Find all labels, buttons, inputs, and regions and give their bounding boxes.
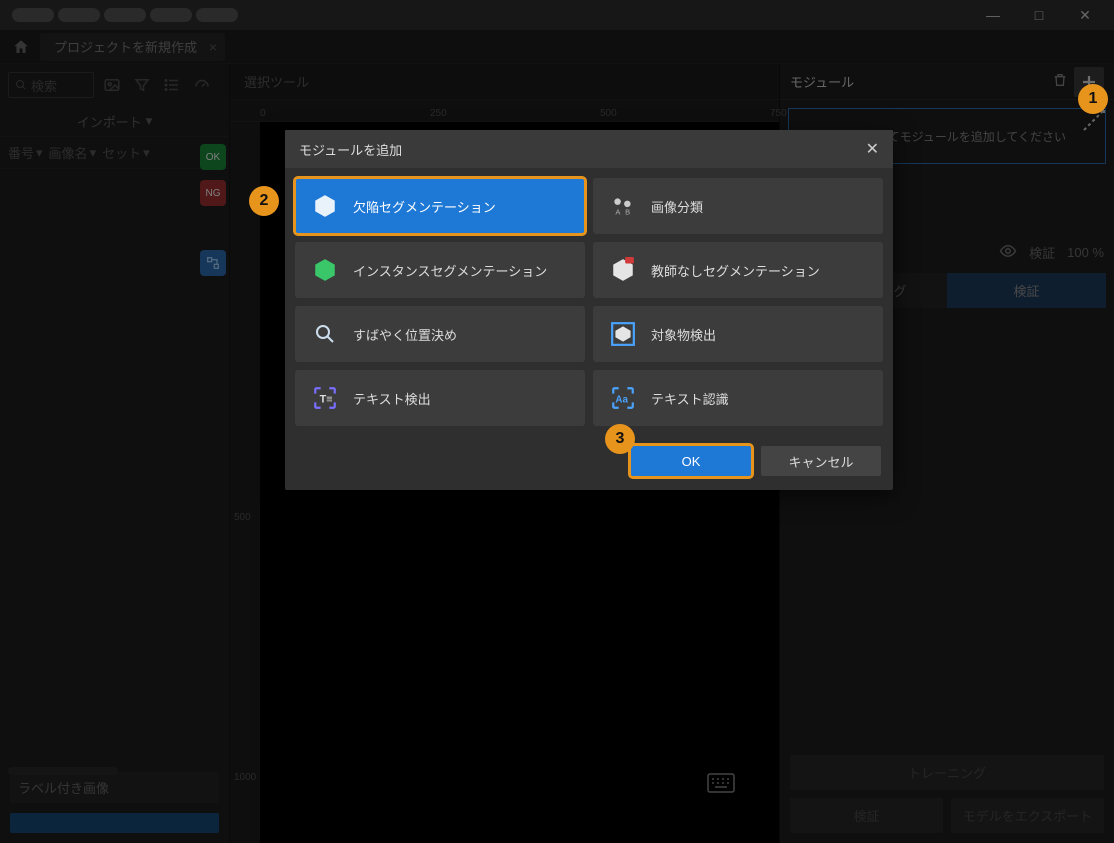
opt-object-detection[interactable]: 対象物検出 [593, 306, 883, 362]
dialog-title: モジュールを追加 [299, 140, 402, 159]
text-detect-icon: T≡ [311, 384, 339, 412]
callout-1: 1 [1078, 84, 1108, 114]
opt-text-recognition[interactable]: Aa テキスト認識 [593, 370, 883, 426]
callout-2: 2 [249, 186, 279, 216]
opt-quick-positioning[interactable]: すばやく位置決め [295, 306, 585, 362]
add-module-dialog: モジュールを追加 ✕ 欠陥セグメンテーション AB 画像分類 インスタンスセグメ… [285, 130, 893, 490]
svg-text:Aa: Aa [615, 394, 628, 405]
opt-image-classification[interactable]: AB 画像分類 [593, 178, 883, 234]
dialog-close-icon[interactable]: ✕ [866, 139, 879, 159]
svg-text:T≡: T≡ [320, 393, 333, 405]
text-rec-icon: Aa [609, 384, 637, 412]
ok-button[interactable]: OK [631, 446, 751, 476]
callout-3: 3 [605, 424, 635, 454]
svg-text:A: A [615, 208, 621, 217]
opt-unsupervised-segmentation[interactable]: 教師なしセグメンテーション [593, 242, 883, 298]
hex-green-icon [311, 256, 339, 284]
opt-defect-segmentation[interactable]: 欠陥セグメンテーション [295, 178, 585, 234]
hex-white-icon [609, 256, 637, 284]
cancel-button[interactable]: キャンセル [761, 446, 881, 476]
opt-text-detection[interactable]: T≡ テキスト検出 [295, 370, 585, 426]
hex-icon [311, 192, 339, 220]
opt-instance-segmentation[interactable]: インスタンスセグメンテーション [295, 242, 585, 298]
detect-icon [609, 320, 637, 348]
magnifier-icon [311, 320, 339, 348]
svg-text:B: B [625, 208, 630, 217]
classify-icon: AB [609, 192, 637, 220]
